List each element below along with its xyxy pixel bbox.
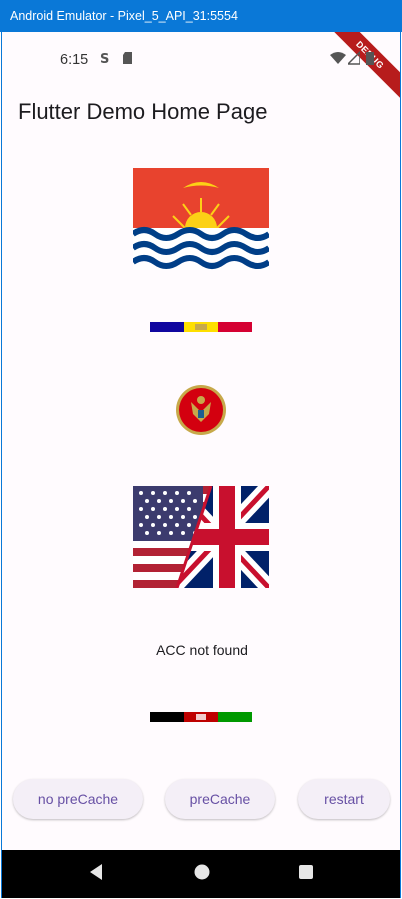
window-title-bar: Android Emulator - Pixel_5_API_31:5554 <box>0 0 402 32</box>
kiribati-flag <box>133 168 269 270</box>
precache-button[interactable]: preCache <box>165 779 275 819</box>
svg-text:S: S <box>100 52 109 65</box>
home-icon[interactable] <box>193 862 211 882</box>
emulator-screen: DEBUG 6:15 S Flutter Demo Home Page <box>1 32 401 898</box>
back-icon[interactable] <box>88 862 104 882</box>
android-nav-bar <box>2 850 400 898</box>
andorra-flag <box>150 322 252 332</box>
app-bar-title: Flutter Demo Home Page <box>18 99 268 124</box>
wifi-icon <box>330 52 346 64</box>
notification-s-icon: S <box>100 52 109 65</box>
status-message: ACC not found <box>156 642 248 658</box>
afghanistan-flag <box>150 712 252 722</box>
sd-card-icon <box>123 52 132 64</box>
no-precache-button[interactable]: no preCache <box>13 779 143 819</box>
battery-icon <box>366 52 374 65</box>
signal-icon <box>348 51 360 65</box>
restart-button[interactable]: restart <box>298 779 390 819</box>
debug-banner: DEBUG <box>321 32 400 104</box>
recents-icon[interactable] <box>298 862 314 882</box>
status-time: 6:15 <box>60 52 89 68</box>
usa-uk-flag <box>133 486 269 588</box>
montenegro-flag-circle <box>176 385 226 435</box>
window-title: Android Emulator - Pixel_5_API_31:5554 <box>10 9 238 23</box>
